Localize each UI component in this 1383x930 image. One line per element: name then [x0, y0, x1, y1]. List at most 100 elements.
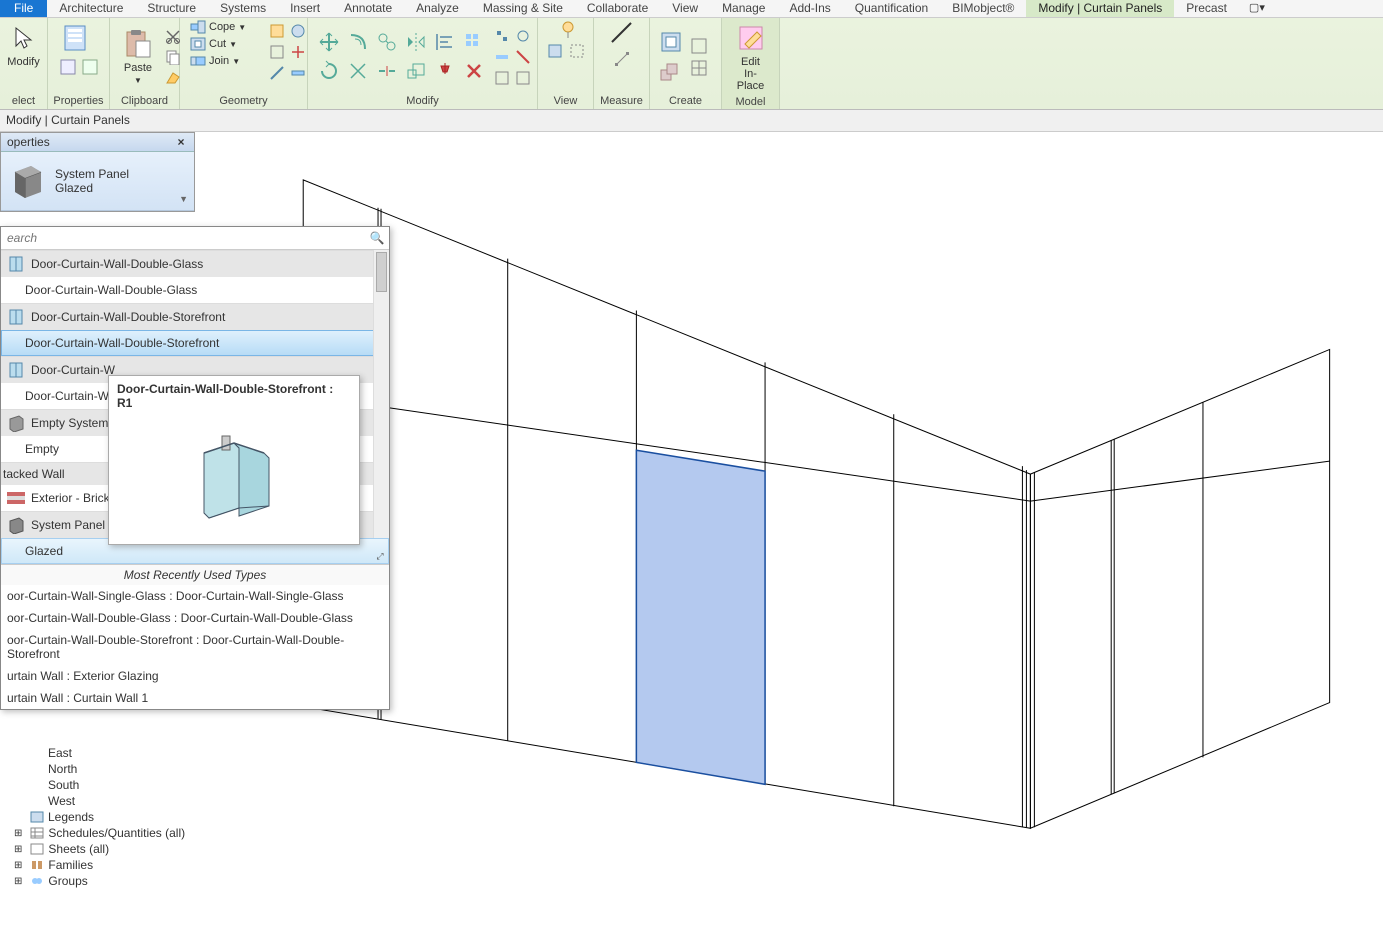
- tab-structure[interactable]: Structure: [135, 0, 208, 17]
- type-door-double-glass[interactable]: Door-Curtain-Wall-Double-Glass: [1, 277, 389, 303]
- tree-item-groups[interactable]: ⊞Groups: [0, 873, 220, 889]
- tab-quantification[interactable]: Quantification: [843, 0, 940, 17]
- tab-view[interactable]: View: [660, 0, 710, 17]
- family-door-double-storefront[interactable]: Door-Curtain-Wall-Double-Storefront: [1, 303, 389, 330]
- copy-icon2[interactable]: [374, 29, 400, 55]
- scrollbar-thumb[interactable]: [376, 252, 387, 292]
- wall-icon: [7, 492, 25, 504]
- modify-extra-1[interactable]: [493, 27, 511, 45]
- create-icon-1[interactable]: [658, 29, 684, 55]
- tree-item-sheets[interactable]: ⊞Sheets (all): [0, 841, 220, 857]
- panel-icon: [7, 516, 25, 534]
- groups-icon: [30, 875, 44, 887]
- tree-item-families[interactable]: ⊞Families: [0, 857, 220, 873]
- edit-in-place-icon: [735, 22, 767, 54]
- search-icon[interactable]: 🔍: [365, 231, 389, 245]
- panel-type-icon: [9, 162, 47, 200]
- modify-extra-5[interactable]: [493, 69, 511, 87]
- family-types-icon[interactable]: [81, 58, 99, 76]
- mru-header: Most Recently Used Types: [1, 564, 389, 585]
- modify-extra-2[interactable]: [514, 27, 532, 45]
- tab-annotate[interactable]: Annotate: [332, 0, 404, 17]
- tooltip-preview-image: [117, 418, 351, 532]
- modify-extra-4[interactable]: [514, 48, 532, 66]
- properties-panel-title: operties: [7, 135, 50, 149]
- panel-label-geometry: Geometry: [180, 95, 307, 109]
- geom-icon-3[interactable]: [268, 43, 286, 61]
- tree-item-schedules[interactable]: ⊞Schedules/Quantities (all): [0, 825, 220, 841]
- geom-icon-1[interactable]: [268, 22, 286, 40]
- align-icon[interactable]: [432, 29, 458, 55]
- panel-label-select: elect: [0, 95, 47, 109]
- array-icon[interactable]: [461, 29, 487, 55]
- properties-icon: [63, 22, 95, 54]
- geom-icon-2[interactable]: [289, 22, 307, 40]
- tab-modify-curtain-panels[interactable]: Modify | Curtain Panels: [1026, 0, 1174, 17]
- modify-extra-6[interactable]: [514, 69, 532, 87]
- mru-item-2[interactable]: oor-Curtain-Wall-Double-Storefront : Doo…: [1, 629, 389, 665]
- close-icon[interactable]: ×: [174, 135, 188, 149]
- chevron-down-icon: ▼: [134, 76, 142, 85]
- tab-analyze[interactable]: Analyze: [404, 0, 471, 17]
- view-icon-1[interactable]: [557, 20, 575, 38]
- create-icon-4[interactable]: [690, 59, 708, 77]
- scale-icon[interactable]: [403, 58, 429, 84]
- create-icon-2[interactable]: [658, 59, 684, 85]
- mru-item-3[interactable]: urtain Wall : Exterior Glazing: [1, 665, 389, 687]
- properties-button[interactable]: [63, 22, 95, 54]
- expand-icon[interactable]: ⤢: [373, 551, 387, 565]
- tab-addins[interactable]: Add-Ins: [777, 0, 842, 17]
- paste-icon: [122, 28, 154, 60]
- tab-file[interactable]: File: [0, 0, 47, 17]
- type-door-double-storefront[interactable]: Door-Curtain-Wall-Double-Storefront: [1, 330, 389, 356]
- create-icon-3[interactable]: [690, 37, 708, 55]
- tab-massing-site[interactable]: Massing & Site: [471, 0, 575, 17]
- door-icon: [7, 255, 25, 273]
- search-input[interactable]: [1, 227, 365, 249]
- door-icon: [7, 361, 25, 379]
- geom-icon-6[interactable]: [289, 64, 307, 82]
- measure-icon[interactable]: [609, 20, 635, 46]
- split-icon[interactable]: [374, 58, 400, 84]
- delete-icon[interactable]: [461, 58, 487, 84]
- edit-in-place-button[interactable]: EditIn-Place: [730, 20, 771, 94]
- tab-architecture[interactable]: Architecture: [47, 0, 135, 17]
- type-preview-tooltip: Door-Curtain-Wall-Double-Storefront : R1: [108, 375, 360, 545]
- schedules-icon: [30, 827, 44, 839]
- trim-icon[interactable]: [345, 58, 371, 84]
- tree-item-south[interactable]: South: [0, 777, 220, 793]
- mru-item-0[interactable]: oor-Curtain-Wall-Single-Glass : Door-Cur…: [1, 585, 389, 607]
- modify-tool-button[interactable]: Modify: [3, 20, 43, 70]
- geom-icon-4[interactable]: [289, 43, 307, 61]
- pin-icon[interactable]: [432, 58, 458, 84]
- view-icon-3[interactable]: [568, 42, 586, 60]
- measure-icon-2[interactable]: [613, 50, 631, 68]
- mirror-icon[interactable]: [403, 29, 429, 55]
- tab-bimobject[interactable]: BIMobject®: [940, 0, 1026, 17]
- tab-systems[interactable]: Systems: [208, 0, 278, 17]
- tree-item-legends[interactable]: Legends: [0, 809, 220, 825]
- offset-icon[interactable]: [345, 29, 371, 55]
- type-properties-icon[interactable]: [59, 58, 77, 76]
- tree-item-west[interactable]: West: [0, 793, 220, 809]
- geom-icon-5[interactable]: [268, 64, 286, 82]
- mru-item-1[interactable]: oor-Curtain-Wall-Double-Glass : Door-Cur…: [1, 607, 389, 629]
- tab-precast[interactable]: Precast: [1174, 0, 1239, 17]
- type-selector[interactable]: System Panel Glazed ▼: [1, 152, 194, 211]
- panel-label-model: Model: [722, 96, 779, 110]
- tab-insert[interactable]: Insert: [278, 0, 332, 17]
- mru-item-4[interactable]: urtain Wall : Curtain Wall 1: [1, 687, 389, 709]
- modify-extra-3[interactable]: [493, 48, 511, 66]
- scrollbar[interactable]: [373, 250, 389, 564]
- tooltip-title: Door-Curtain-Wall-Double-Storefront : R1: [117, 382, 351, 410]
- project-browser: East North South West Legends ⊞Schedules…: [0, 745, 220, 889]
- families-icon: [30, 859, 44, 871]
- tab-manage[interactable]: Manage: [710, 0, 777, 17]
- tree-item-east[interactable]: East: [0, 745, 220, 761]
- tab-collaborate[interactable]: Collaborate: [575, 0, 660, 17]
- tree-item-north[interactable]: North: [0, 761, 220, 777]
- help-icon[interactable]: ▢▾: [1239, 0, 1275, 17]
- paste-button[interactable]: Paste ▼: [118, 26, 158, 87]
- family-door-double-glass[interactable]: Door-Curtain-Wall-Double-Glass: [1, 250, 389, 277]
- view-icon-2[interactable]: [546, 42, 564, 60]
